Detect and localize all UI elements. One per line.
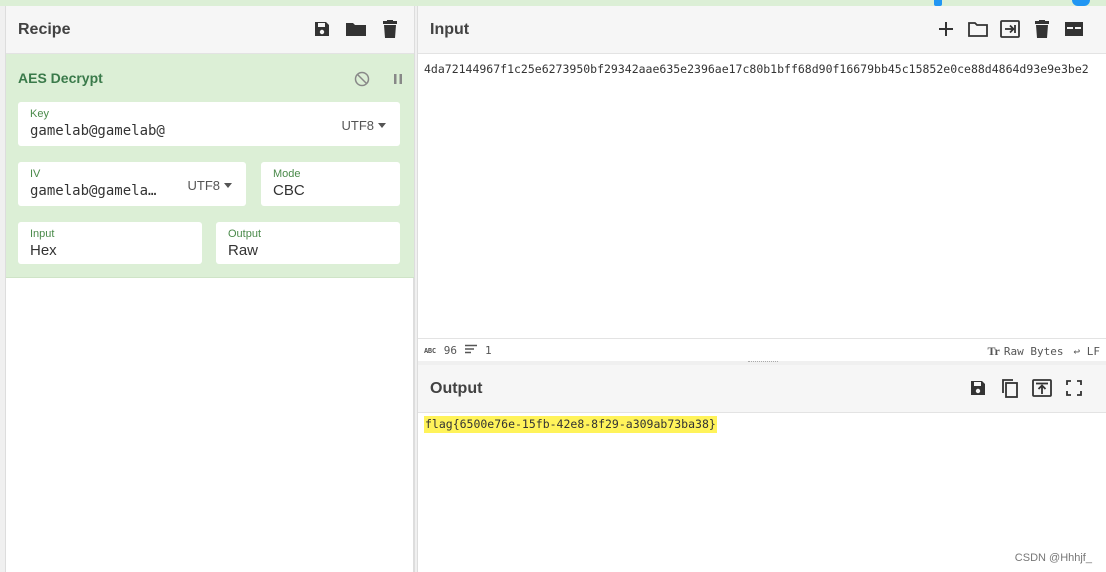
text-format-icon: Tr (987, 344, 1000, 358)
iv-value[interactable]: gamelab@gamela… (30, 183, 156, 199)
input-textarea[interactable]: 4da72144967f1c25e6273950bf29342aae635e23… (424, 61, 1104, 78)
watermark: CSDN @Hhhjf_ (1014, 552, 1092, 564)
char-count-icon: ABC (424, 346, 436, 355)
pause-icon[interactable] (386, 66, 410, 92)
mode-select[interactable]: Mode CBC (261, 162, 400, 206)
input-header: Input (418, 6, 1106, 54)
mode-value: CBC (273, 182, 305, 199)
input-title: Input (430, 21, 470, 38)
layout-icon[interactable] (1062, 16, 1086, 42)
key-value[interactable]: gamelab@gamelab@ (30, 123, 165, 139)
output-panel: Output flag{6500e76e-15fb-42e8-8f29-a309… (418, 365, 1106, 572)
input-format-select[interactable]: Input Hex (18, 222, 202, 264)
key-label: Key (30, 108, 49, 120)
eol-selector[interactable]: ↩ LF (1074, 345, 1101, 358)
input-format-value: Hex (30, 242, 57, 259)
operation-title: AES Decrypt (18, 70, 103, 86)
add-icon[interactable] (934, 16, 958, 42)
trash-icon[interactable] (378, 16, 402, 42)
encoding-selector[interactable]: Tr Raw Bytes (987, 344, 1063, 359)
output-title: Output (430, 380, 483, 397)
output-header: Output (418, 365, 1106, 413)
key-encoding-dropdown[interactable]: UTF8 (342, 118, 386, 133)
line-count: 1 (485, 344, 492, 357)
iv-field[interactable]: IV gamelab@gamela… UTF8 (18, 162, 246, 206)
replace-input-icon[interactable] (1030, 375, 1054, 401)
input-panel: Input 4da72144967f1c25e6273950bf29342aae… (418, 6, 1106, 361)
save-icon[interactable] (966, 375, 990, 401)
output-text[interactable]: flag{6500e76e-15fb-42e8-8f29-a309ab73ba3… (424, 416, 717, 433)
recipe-header: Recipe (6, 6, 414, 54)
key-field[interactable]: Key gamelab@gamelab@ UTF8 (18, 102, 400, 146)
folder-icon[interactable] (344, 16, 368, 42)
return-icon: ↩ (1073, 345, 1081, 358)
trash-icon[interactable] (1030, 16, 1054, 42)
output-format-label: Output (228, 228, 262, 240)
copy-icon[interactable] (998, 375, 1022, 401)
mode-label: Mode (273, 168, 301, 180)
disable-icon[interactable] (350, 66, 374, 92)
chevron-down-icon (378, 123, 386, 128)
save-icon[interactable] (310, 16, 334, 42)
iv-label: IV (30, 168, 41, 180)
open-folder-icon[interactable] (966, 16, 990, 42)
line-count-icon (465, 344, 477, 357)
recipe-title: Recipe (18, 21, 71, 38)
output-format-select[interactable]: Output Raw (216, 222, 400, 264)
input-status-bar: ABC 96 1 Tr Raw Bytes ↩ LF (418, 338, 1106, 361)
chevron-down-icon (224, 183, 232, 188)
iv-encoding-dropdown[interactable]: UTF8 (188, 178, 232, 193)
output-format-value: Raw (228, 242, 259, 259)
recipe-panel: Recipe AES Decrypt Key gamelab@gamelab@ … (6, 6, 414, 572)
char-count: 96 (443, 344, 457, 357)
input-format-label: Input (30, 228, 55, 240)
import-icon[interactable] (998, 16, 1022, 42)
aes-decrypt-operation: AES Decrypt Key gamelab@gamelab@ UTF8 IV… (6, 54, 414, 278)
maximize-icon[interactable] (1062, 375, 1086, 401)
